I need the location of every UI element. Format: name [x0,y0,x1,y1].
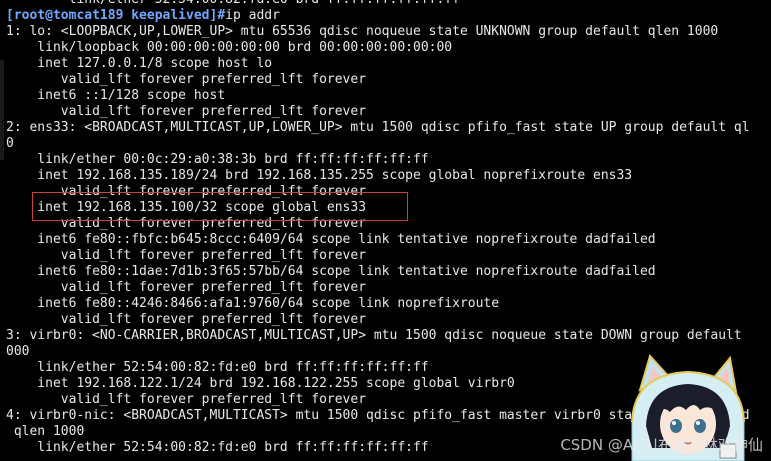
terminal-line: 2: ens33: <BROADCAST,MULTICAST,UP,LOWER_… [6,120,750,135]
terminal-line: 1: lo: <LOOPBACK,UP,LOWER_UP> mtu 65536 … [6,24,719,39]
terminal-window[interactable]: link/ether 52:54:00:82:fd:e0 brd ff:ff:f… [0,0,771,461]
shell-command: ip addr [225,8,280,23]
terminal-line: inet6 fe80::1dae:7d1b:3f65:57bb/64 scope… [6,264,656,279]
terminal-line: link/ether 52:54:00:82:fd:e0 brd ff:ff:f… [0,0,771,8]
terminal-line: inet 127.0.0.1/8 scope host lo [6,56,273,71]
terminal-line: valid_lft forever preferred_lft forever [6,280,367,295]
terminal-line: link/ether 00:0c:29:a0:38:3b brd ff:ff:f… [6,152,429,167]
terminal-line: inet 192.168.135.189/24 brd 192.168.135.… [6,168,633,183]
terminal-line: 3: virbr0: <NO-CARRIER,BROADCAST,MULTICA… [6,328,742,343]
shell-prompt: [root@tomcat189 keepalived]# [6,8,226,23]
csdn-watermark: CSDN @AKA|布鲁克林欢神仙 [560,436,763,454]
terminal-line: 0 [6,136,14,151]
terminal-line: valid_lft forever preferred_lft forever [6,184,367,199]
terminal-line: inet6 fe80::4246:8466:afa1:9760/64 scope… [6,296,500,311]
terminal-line: inet6 ::1/128 scope host [6,88,226,103]
terminal-line: inet6 fe80::fbfc:b645:8ccc:6409/64 scope… [6,232,656,247]
prompt-line: [root@tomcat189 keepalived]#ip addr [0,8,771,24]
terminal-line: valid_lft forever preferred_lft forever [6,72,367,87]
terminal-line: valid_lft forever preferred_lft forever [6,104,367,119]
terminal-line: link/loopback 00:00:00:00:00:00 brd 00:0… [6,40,453,55]
highlighted-vip-line: inet 192.168.135.100/32 scope global ens… [6,200,367,215]
terminal-line: valid_lft forever preferred_lft forever [6,312,367,327]
terminal-line: valid_lft forever preferred_lft forever [6,216,367,231]
terminal-line: valid_lft forever preferred_lft forever [6,248,367,263]
